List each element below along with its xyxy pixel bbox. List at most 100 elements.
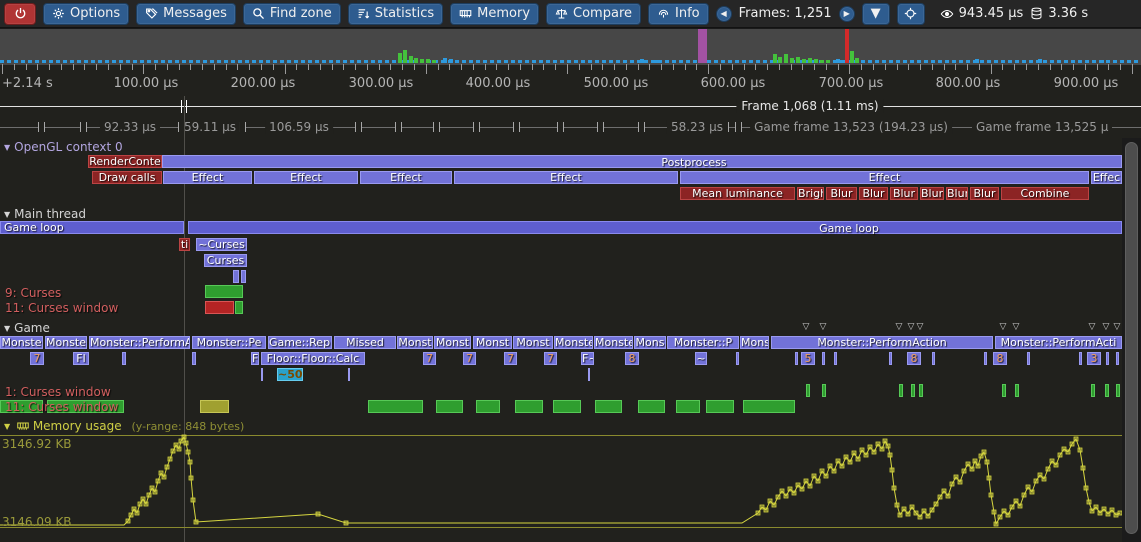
message-marker-icon[interactable]: ▽ — [1089, 323, 1096, 332]
vertical-scrollbar[interactable] — [1122, 138, 1141, 542]
message-marker-icon[interactable]: ▽ — [803, 323, 810, 332]
timeline-zone[interactable]: RenderConte — [88, 155, 162, 168]
frame-set-dropdown-button[interactable]: ▼ — [862, 3, 890, 25]
timeline-zone[interactable]: 8 — [907, 352, 921, 365]
power-button[interactable] — [4, 3, 36, 25]
message-marker-icon[interactable]: ▽ — [1114, 323, 1121, 332]
timeline-zone[interactable] — [736, 352, 739, 365]
timeline-zone[interactable]: Monste — [0, 336, 43, 349]
timeline-zone[interactable] — [1091, 384, 1095, 397]
timeline-zone[interactable]: 5 — [801, 352, 815, 365]
message-marker-icon[interactable]: ▽ — [896, 323, 903, 332]
timeline-zone[interactable]: Blur — [920, 187, 944, 200]
timeline-zone[interactable]: 7 — [504, 352, 517, 365]
next-frame-button[interactable]: ▶ — [839, 6, 855, 22]
timeline-zone[interactable]: Effect — [680, 171, 1089, 184]
timeline-zone[interactable] — [368, 400, 423, 413]
timeline-zone[interactable]: Floor::Floor::Calc — [261, 352, 365, 365]
timeline-zone[interactable] — [261, 368, 263, 381]
timeline-zone[interactable] — [192, 352, 196, 365]
timeline-zone[interactable]: Mons — [634, 336, 666, 349]
timeline-zone[interactable] — [1105, 384, 1109, 397]
timeline-zone[interactable]: Monst — [434, 336, 471, 349]
timeline-zone[interactable]: Brigh — [797, 187, 824, 200]
timeline-zone[interactable]: Monster::PerformActi — [995, 336, 1122, 349]
timeline-zone[interactable]: 8 — [625, 352, 639, 365]
timeline-zone[interactable] — [919, 384, 923, 397]
memory-button[interactable]: Memory — [450, 3, 539, 25]
timeline-zone[interactable]: Monster::PerformA — [89, 336, 190, 349]
timeline-zone[interactable]: 7 — [30, 352, 44, 365]
info-button[interactable]: Info — [648, 3, 709, 25]
timeline-zone[interactable]: F — [251, 352, 259, 365]
timeline-zone[interactable]: Blur — [826, 187, 857, 200]
timeline-zone[interactable] — [911, 384, 915, 397]
timeline-zone[interactable] — [638, 400, 665, 413]
timeline-zone[interactable] — [795, 352, 798, 365]
timeline-zone[interactable]: Effect — [254, 171, 358, 184]
timeline-zone[interactable] — [676, 400, 700, 413]
timeline-zone[interactable]: Missed — [334, 336, 396, 349]
timeline-zone[interactable] — [515, 400, 543, 413]
timeline-zone[interactable] — [822, 384, 826, 397]
focus-frame-button[interactable] — [897, 3, 925, 25]
timeline-zone[interactable]: Monst — [397, 336, 433, 349]
timeline-zone[interactable] — [348, 368, 350, 381]
timeline-zone[interactable]: Game::Replay — [268, 336, 332, 349]
timeline-zone[interactable] — [822, 352, 825, 365]
timeline-zone[interactable] — [235, 301, 243, 314]
messages-button[interactable]: Messages — [136, 3, 236, 25]
subframe-marker-row[interactable]: 92.33 µs59.11 µs106.59 µs58.23 µsGame fr… — [0, 117, 1141, 137]
timeline-zone[interactable] — [834, 352, 837, 365]
timeline-zone[interactable]: Monster::P — [667, 336, 739, 349]
lock-label[interactable]: 9: Curses — [5, 287, 61, 299]
timeline-zone[interactable] — [743, 400, 795, 413]
timeline-zone[interactable]: Effec — [1091, 171, 1122, 184]
timeline-zone[interactable]: ~50~ — [277, 368, 303, 381]
message-marker-icon[interactable]: ▽ — [1013, 323, 1020, 332]
timeline-zone[interactable] — [436, 400, 463, 413]
timeline-zone[interactable] — [706, 400, 734, 413]
timeline-zone[interactable]: 7 — [544, 352, 557, 365]
timeline-zone[interactable] — [1027, 352, 1030, 365]
prev-frame-button[interactable]: ◀ — [716, 6, 732, 22]
find-zone-button[interactable]: Find zone — [243, 3, 341, 25]
memory-usage-chart[interactable] — [0, 430, 1122, 542]
timeline-zone[interactable]: Monster::PerformAction — [771, 336, 993, 349]
timeline-zone[interactable]: Mons — [740, 336, 769, 349]
timeline-zone[interactable] — [806, 384, 810, 397]
timeline-zone[interactable] — [1002, 384, 1006, 397]
timeline-zone[interactable] — [205, 301, 234, 314]
timeline-zone[interactable]: Monst — [513, 336, 553, 349]
timeline-zone[interactable] — [188, 221, 1122, 234]
statistics-button[interactable]: Statistics — [348, 3, 443, 25]
timeline-zone[interactable]: Combine — [1001, 187, 1089, 200]
timeline-zone[interactable] — [162, 155, 1122, 168]
timeline-zone[interactable]: Blur — [946, 187, 968, 200]
frame-time-graph[interactable] — [0, 28, 1141, 65]
timeline-zone[interactable]: ~Curses — [196, 238, 247, 251]
timeline-zone[interactable]: 3 — [1087, 352, 1101, 365]
timeline-zone[interactable] — [1116, 384, 1120, 397]
timeline-zone[interactable] — [595, 400, 622, 413]
timeline-zone[interactable]: Curses — [204, 254, 247, 267]
timeline-zone[interactable]: Monste — [594, 336, 633, 349]
timeline-zone[interactable]: Mean luminance — [680, 187, 795, 200]
compare-button[interactable]: Compare — [546, 3, 641, 25]
message-marker-icon[interactable]: ▽ — [908, 323, 915, 332]
timeline-zone[interactable] — [1079, 352, 1082, 365]
section-header-game[interactable]: ▼Game — [4, 321, 50, 335]
time-ruler[interactable]: +2.14 s100.00 µs200.00 µs300.00 µs400.00… — [0, 64, 1141, 96]
lock-label[interactable]: 11: Curses window — [5, 302, 118, 314]
timeline-zone[interactable]: ti — [179, 238, 190, 251]
timeline-zone[interactable]: Blur — [970, 187, 999, 200]
timeline-zone[interactable]: Monste — [554, 336, 593, 349]
timeline-zone[interactable]: Monst — [473, 336, 512, 349]
section-header-main-thread[interactable]: ▼Main thread — [4, 207, 86, 221]
timeline-zone[interactable]: ~ — [695, 352, 707, 365]
timeline-zone[interactable] — [233, 270, 239, 283]
timeline-zone[interactable]: Game loop — [0, 221, 184, 234]
timeline-zone[interactable] — [889, 352, 892, 365]
message-marker-icon[interactable]: ▽ — [1000, 323, 1007, 332]
timeline-zone[interactable]: F~ — [581, 352, 594, 365]
